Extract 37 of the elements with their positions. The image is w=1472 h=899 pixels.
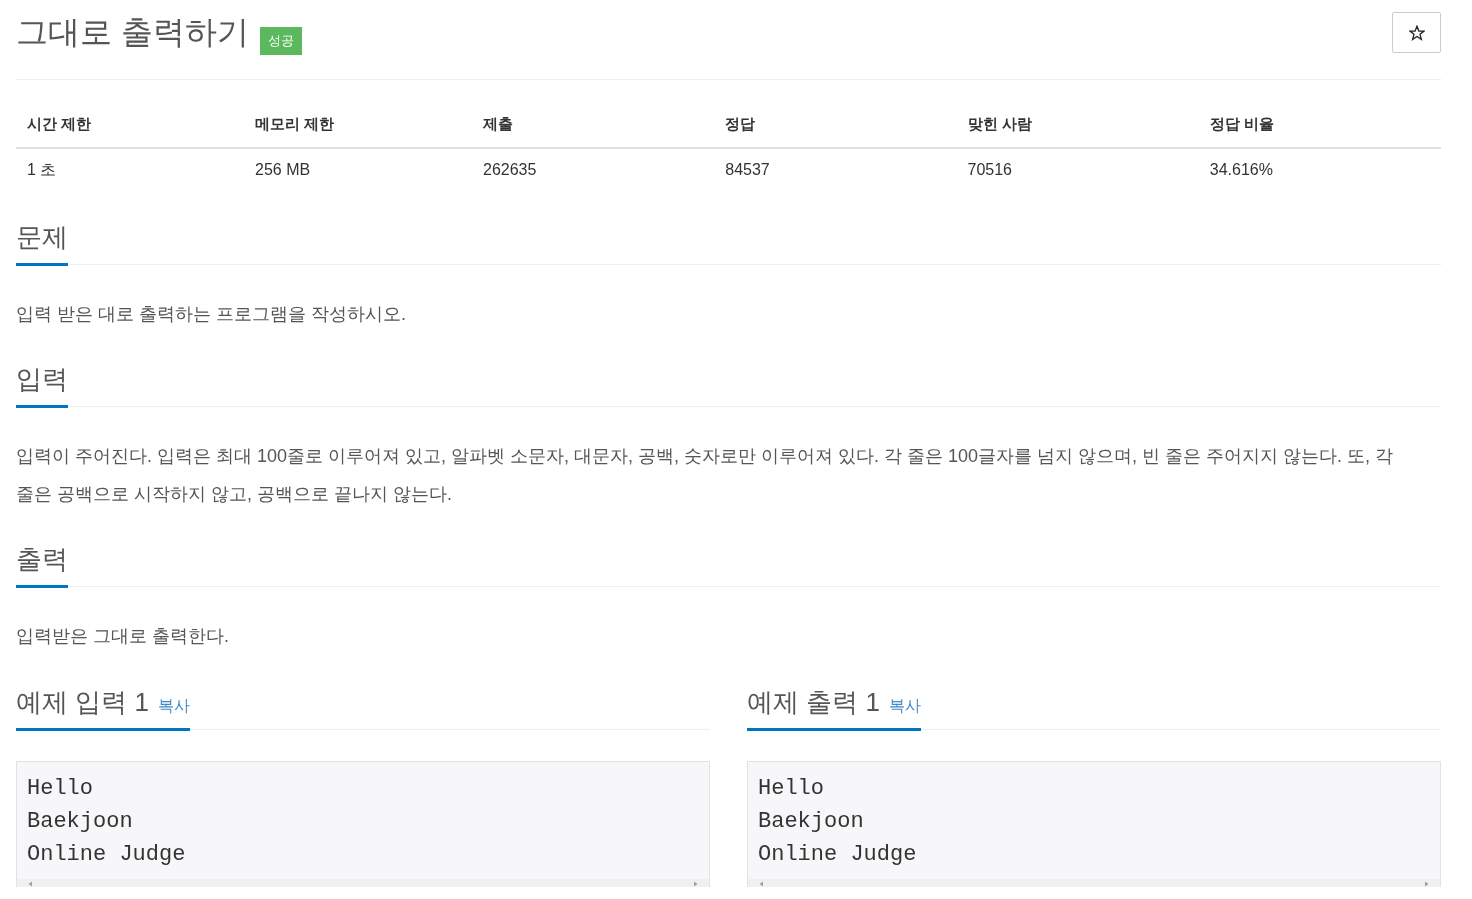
code-text: Hello Baekjoon Online Judge bbox=[27, 775, 187, 869]
section-heading: 입력 bbox=[16, 363, 68, 396]
table-cell-text: 70516 bbox=[966, 160, 1013, 180]
column-header: 시간 제한 bbox=[16, 102, 244, 149]
section-heading: 출력 bbox=[16, 543, 68, 576]
column-header: 정답 비율 bbox=[1198, 102, 1441, 149]
column-header: 맞힌 사람 bbox=[956, 102, 1199, 149]
horizontal-scrollbar[interactable] bbox=[17, 879, 709, 887]
section-text: 입력 받은 대로 출력하는 프로그램을 작성하시오. bbox=[16, 303, 407, 326]
section-heading: 문제 bbox=[16, 221, 68, 254]
problem-title: 그대로 출력하기 bbox=[16, 13, 249, 52]
favorite-button[interactable] bbox=[1392, 12, 1441, 53]
section-text: 입력이 주어진다. 입력은 최대 100줄로 이루어져 있고, 알파벳 소문자, 대문자, 공백, 숫자로만 이루어져 있다. 각 줄은 100글자를 넘지 않으며, 빈 줄은 주어지지 않는다. 또, 각 줄은 공백으로 시작하지 않고, 공백으로 끝나지 않는다. bbox=[16, 445, 1395, 506]
heading-underline bbox=[16, 585, 68, 588]
table-cell-text: 256 MB bbox=[254, 160, 312, 180]
star-icon bbox=[1408, 24, 1425, 41]
heading-underline bbox=[16, 263, 68, 266]
status-badge: 성공 bbox=[259, 27, 302, 55]
table-cell-text: 1 초 bbox=[26, 159, 58, 180]
scroll-left-icon bbox=[758, 881, 764, 887]
heading-underline bbox=[16, 405, 68, 408]
section-heading: 예제 입력 1 bbox=[16, 686, 149, 719]
scroll-left-icon bbox=[27, 881, 33, 887]
code-text: Hello Baekjoon Online Judge bbox=[758, 775, 918, 869]
scroll-right-icon bbox=[693, 881, 699, 887]
section-heading: 예제 출력 1 bbox=[747, 686, 880, 719]
section-text: 입력받은 그대로 출력한다. bbox=[16, 625, 230, 648]
copy-link[interactable]: 복사 bbox=[888, 696, 921, 717]
table-cell-text: 84537 bbox=[724, 160, 771, 180]
column-header: 정답 bbox=[714, 102, 957, 149]
copy-link[interactable]: 복사 bbox=[157, 696, 190, 717]
scroll-right-icon bbox=[1424, 881, 1430, 887]
table-cell-text: 34.616% bbox=[1208, 160, 1274, 180]
horizontal-scrollbar[interactable] bbox=[748, 879, 1440, 887]
column-header: 메모리 제한 bbox=[244, 102, 472, 149]
table-cell-text: 262635 bbox=[482, 160, 538, 180]
column-header: 제출 bbox=[472, 102, 715, 149]
